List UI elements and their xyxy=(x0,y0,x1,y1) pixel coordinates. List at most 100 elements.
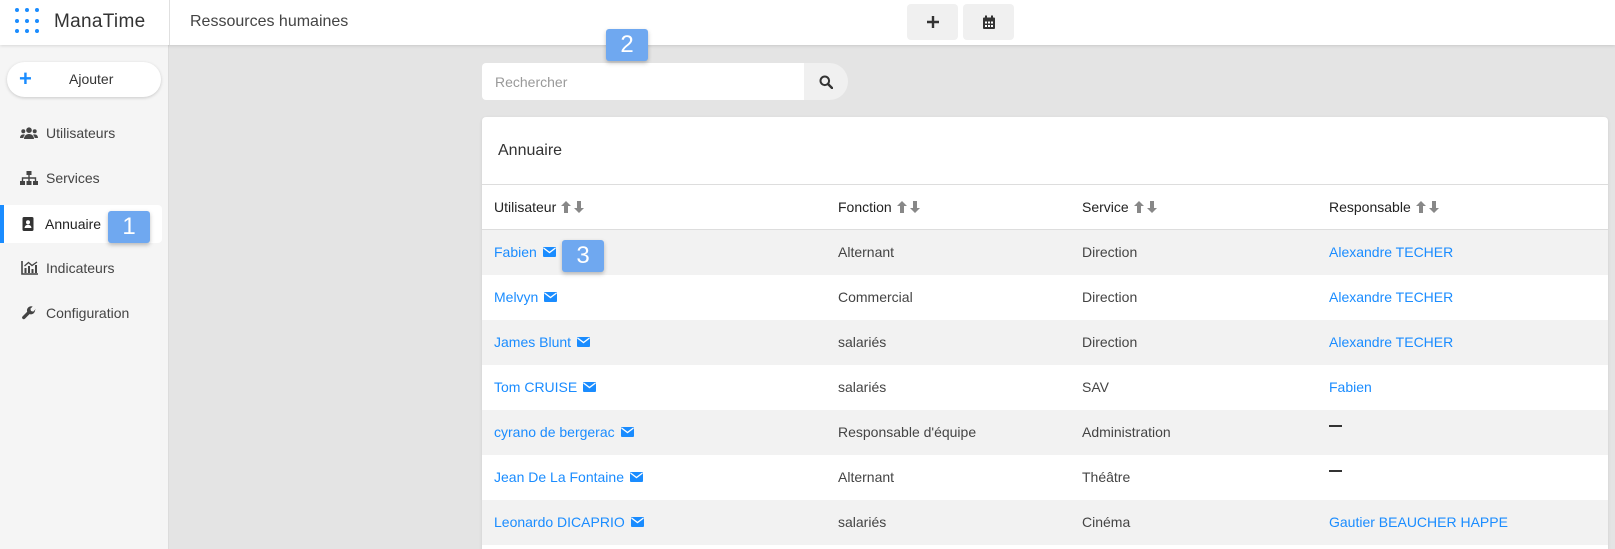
mail-icon[interactable] xyxy=(629,472,643,482)
service-cell: Direction xyxy=(1082,244,1138,260)
manager-link[interactable]: Alexandre TECHER xyxy=(1329,289,1453,305)
function-cell: salariés xyxy=(838,379,887,395)
column-label: Service xyxy=(1082,199,1129,215)
address-book-icon xyxy=(19,217,37,231)
users-icon xyxy=(20,126,38,140)
directory-table: Utilisateur Fonction Service Responsable… xyxy=(482,184,1608,545)
brand: ManaTime xyxy=(0,0,170,45)
user-cell: cyrano de bergerac xyxy=(494,424,634,440)
user-cell: Leonardo DICAPRIO xyxy=(494,514,644,530)
user-cell: Jean De La Fontaine xyxy=(494,469,643,485)
function-cell: Alternant xyxy=(838,469,895,485)
apps-grid-icon[interactable] xyxy=(15,8,41,34)
sidebar-item-users[interactable]: Utilisateurs xyxy=(0,114,162,152)
sidebar-item-services[interactable]: Services xyxy=(0,159,162,197)
sidebar-item-label: Configuration xyxy=(46,305,130,321)
search-input[interactable] xyxy=(482,63,804,100)
mail-icon[interactable] xyxy=(620,427,634,437)
user-cell: Fabien xyxy=(494,244,556,260)
service-cell: Administration xyxy=(1082,424,1171,440)
manager-empty xyxy=(1329,469,1342,472)
top-bar: ManaTime Ressources humaines xyxy=(0,0,1615,45)
service-cell: Direction xyxy=(1082,334,1138,350)
user-link[interactable]: James Blunt xyxy=(494,334,571,350)
sidebar-item-indicateurs[interactable]: Indicateurs xyxy=(0,249,162,287)
plus-icon: + xyxy=(19,66,32,91)
column-header-responsable[interactable]: Responsable xyxy=(1329,199,1439,215)
column-label: Responsable xyxy=(1329,199,1411,215)
search-icon xyxy=(819,75,833,89)
user-link[interactable]: Leonardo DICAPRIO xyxy=(494,514,625,530)
table-row: James Blunt salariés Direction Alexandre… xyxy=(482,320,1608,365)
directory-card: Annuaire Utilisateur Fonction Service Re… xyxy=(482,117,1608,549)
column-header-fonction[interactable]: Fonction xyxy=(838,199,920,215)
table-header: Utilisateur Fonction Service Responsable xyxy=(482,185,1608,230)
column-label: Utilisateur xyxy=(494,199,557,215)
table-row: Melvyn Commercial Direction Alexandre TE… xyxy=(482,275,1608,320)
sitemap-icon xyxy=(20,171,38,185)
function-cell: Responsable d'équipe xyxy=(838,424,977,440)
sidebar-item-label: Services xyxy=(46,170,100,186)
search-bar xyxy=(482,63,848,100)
manager-link[interactable]: Alexandre TECHER xyxy=(1329,244,1453,260)
table-row: Jean De La Fontaine Alternant Théâtre xyxy=(482,455,1608,500)
empty-dash xyxy=(1329,425,1342,427)
user-link[interactable]: cyrano de bergerac xyxy=(494,424,615,440)
empty-dash xyxy=(1329,470,1342,472)
mail-icon[interactable] xyxy=(583,382,597,392)
sidebar-item-label: Annuaire xyxy=(45,216,102,232)
sidebar-item-configuration[interactable]: Configuration xyxy=(0,294,162,332)
plus-icon xyxy=(926,16,939,28)
user-link[interactable]: Melvyn xyxy=(494,289,538,305)
mail-icon[interactable] xyxy=(577,337,591,347)
service-cell: Cinéma xyxy=(1082,514,1131,530)
table-row: Tom CRUISE salariés SAV Fabien xyxy=(482,365,1608,410)
mail-icon[interactable] xyxy=(630,517,644,527)
sort-arrows-icon[interactable] xyxy=(561,201,585,213)
manager-link[interactable]: Fabien xyxy=(1329,379,1372,395)
column-header-service[interactable]: Service xyxy=(1082,199,1157,215)
quick-add-button[interactable] xyxy=(907,4,958,40)
user-cell: Tom CRUISE xyxy=(494,379,597,395)
calendar-button[interactable] xyxy=(963,4,1014,40)
column-header-utilisateur[interactable]: Utilisateur xyxy=(494,199,585,215)
function-cell: Alternant xyxy=(838,244,895,260)
manager-link[interactable]: Gautier BEAUCHER HAPPE xyxy=(1329,514,1508,530)
user-link[interactable]: Tom CRUISE xyxy=(494,379,577,395)
add-button-label: Ajouter xyxy=(69,71,114,87)
mail-icon[interactable] xyxy=(544,292,558,302)
table-row: Leonardo DICAPRIO salariés Cinéma Gautie… xyxy=(482,500,1608,545)
table-row: Fabien Alternant Direction Alexandre TEC… xyxy=(482,230,1608,275)
user-cell: James Blunt xyxy=(494,334,591,350)
user-link[interactable]: Fabien xyxy=(494,244,537,260)
sidebar-item-label: Utilisateurs xyxy=(46,125,116,141)
service-cell: SAV xyxy=(1082,379,1109,395)
function-cell: salariés xyxy=(838,334,887,350)
mail-icon[interactable] xyxy=(542,247,556,257)
calendar-icon xyxy=(982,15,995,29)
manager-empty xyxy=(1329,424,1342,427)
service-cell: Théâtre xyxy=(1082,469,1131,485)
search-button[interactable] xyxy=(804,63,848,100)
sort-arrows-icon[interactable] xyxy=(1415,201,1439,213)
sidebar: + Ajouter Utilisateurs Services Annuaire… xyxy=(0,45,169,549)
annotation-badge-2: 2 xyxy=(606,29,648,61)
user-cell: Melvyn xyxy=(494,289,558,305)
user-link[interactable]: Jean De La Fontaine xyxy=(494,469,624,485)
app-title: Ressources humaines xyxy=(190,13,349,30)
card-title: Annuaire xyxy=(498,142,563,159)
table-row: cyrano de bergerac Responsable d'équipe … xyxy=(482,410,1608,455)
service-cell: Direction xyxy=(1082,289,1138,305)
sort-arrows-icon[interactable] xyxy=(1133,201,1157,213)
manager-link[interactable]: Alexandre TECHER xyxy=(1329,334,1453,350)
function-cell: salariés xyxy=(838,514,887,530)
sort-arrows-icon[interactable] xyxy=(896,201,920,213)
add-button[interactable]: + Ajouter xyxy=(7,62,161,97)
column-label: Fonction xyxy=(838,199,892,215)
chart-icon xyxy=(20,261,38,275)
brand-name: ManaTime xyxy=(54,11,146,32)
sidebar-item-label: Indicateurs xyxy=(46,260,115,276)
annotation-badge-3: 3 xyxy=(562,240,604,272)
function-cell: Commercial xyxy=(838,289,913,305)
annotation-badge-1: 1 xyxy=(108,211,150,243)
